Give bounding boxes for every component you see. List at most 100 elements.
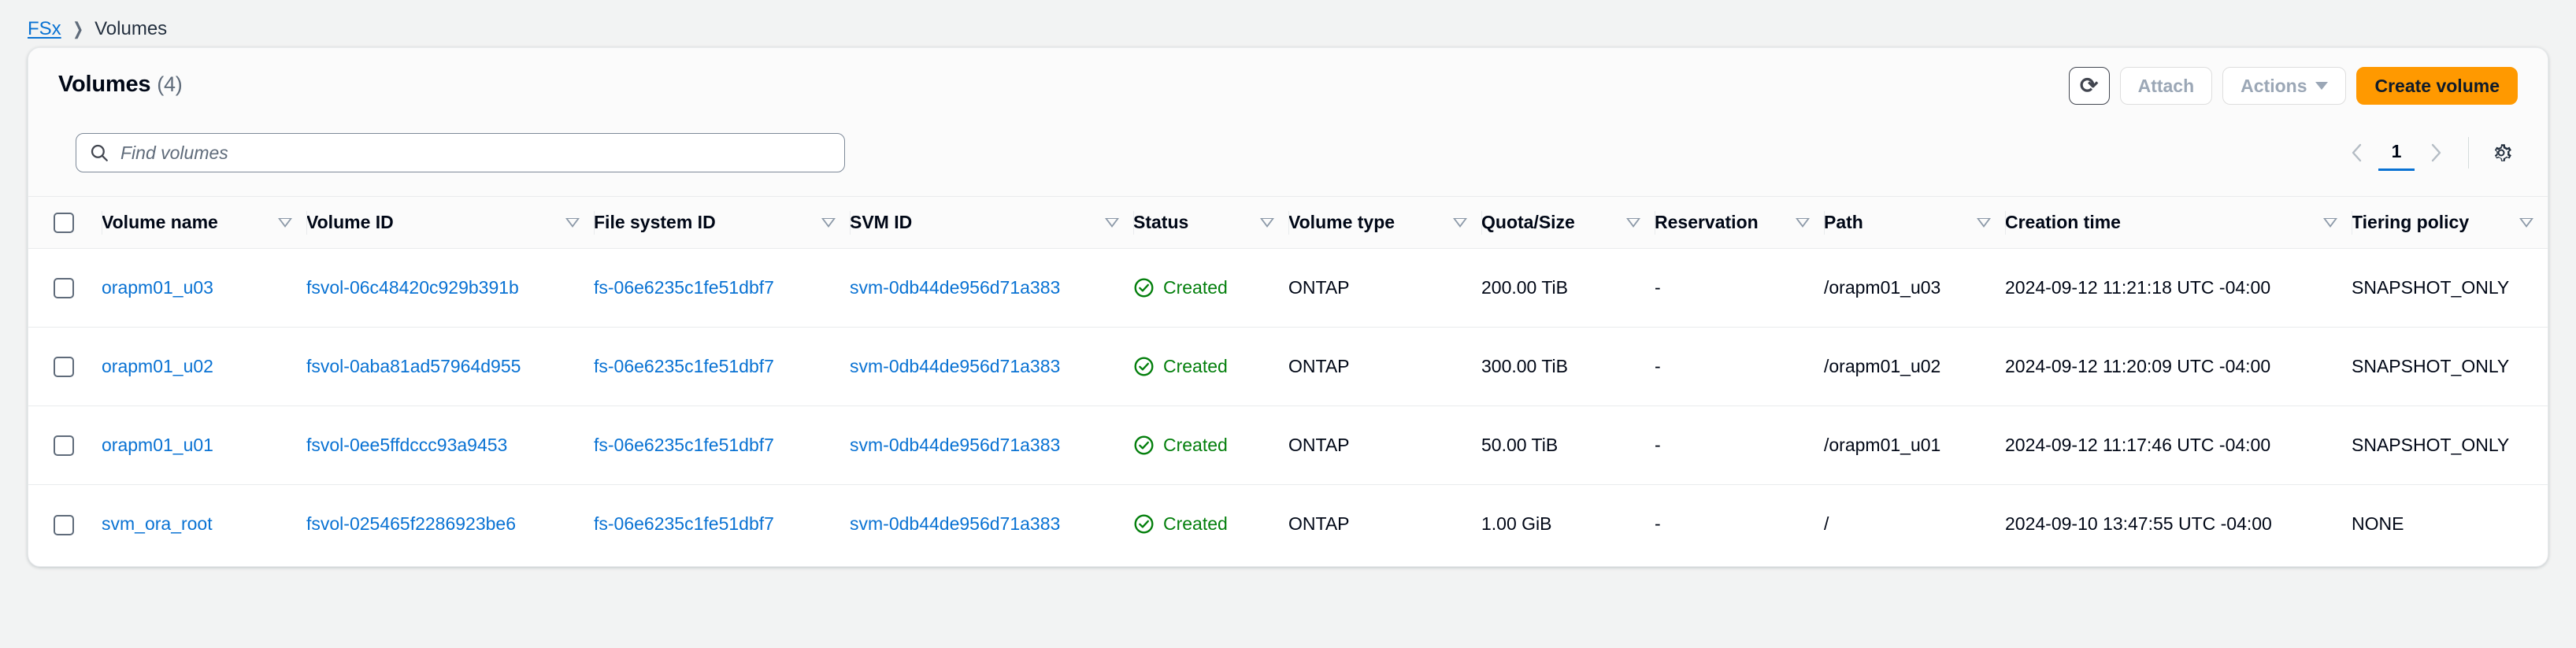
sort-caret-icon[interactable] bbox=[1626, 218, 1640, 228]
column-label: Volume type bbox=[1288, 212, 1395, 233]
column-header-path[interactable]: Path bbox=[1824, 197, 2005, 249]
svm-id-link[interactable]: svm-0db44de956d71a383 bbox=[850, 277, 1060, 298]
file-system-id-link[interactable]: fs-06e6235c1fe51dbf7 bbox=[594, 513, 774, 534]
column-header-volume-id[interactable]: Volume ID bbox=[306, 197, 594, 249]
column-label: Status bbox=[1133, 212, 1188, 233]
breadcrumb-link-fsx[interactable]: FSx bbox=[28, 18, 61, 40]
page-title: Volumes (4) bbox=[58, 72, 183, 98]
cell-status: Created bbox=[1133, 249, 1288, 328]
cell-path: /orapm01_u03 bbox=[1824, 249, 2005, 328]
select-all-header bbox=[28, 197, 102, 249]
create-volume-button[interactable]: Create volume bbox=[2356, 67, 2518, 105]
row-select-cell bbox=[28, 328, 102, 406]
volume-name-link[interactable]: svm_ora_root bbox=[102, 513, 213, 534]
status-badge: Created bbox=[1133, 513, 1274, 535]
status-badge: Created bbox=[1133, 435, 1274, 456]
actions-button[interactable]: Actions bbox=[2222, 67, 2346, 105]
cell-svm-id: svm-0db44de956d71a383 bbox=[850, 328, 1133, 406]
status-text: Created bbox=[1163, 277, 1228, 298]
select-all-checkbox[interactable] bbox=[54, 213, 74, 233]
panel-actions: ⟳ Attach Actions Create volume bbox=[2069, 67, 2518, 105]
svm-id-link[interactable]: svm-0db44de956d71a383 bbox=[850, 435, 1060, 455]
row-select-cell bbox=[28, 249, 102, 328]
table-header-row: Volume name Volume ID File system ID bbox=[28, 197, 2548, 249]
sort-caret-icon[interactable] bbox=[278, 218, 292, 228]
svm-id-link[interactable]: svm-0db44de956d71a383 bbox=[850, 356, 1060, 376]
chevron-right-icon bbox=[2427, 141, 2444, 165]
cell-volume-type: ONTAP bbox=[1288, 328, 1481, 406]
column-header-reservation[interactable]: Reservation bbox=[1655, 197, 1824, 249]
volume-name-link[interactable]: orapm01_u01 bbox=[102, 435, 213, 455]
table-preferences-button[interactable] bbox=[2483, 135, 2519, 171]
cell-reservation: - bbox=[1655, 406, 1824, 485]
sort-caret-icon[interactable] bbox=[1453, 218, 1467, 228]
column-header-svm-id[interactable]: SVM ID bbox=[850, 197, 1133, 249]
column-header-quota-size[interactable]: Quota/Size bbox=[1481, 197, 1655, 249]
table-row: orapm01_u02 fsvol-0aba81ad57964d955 fs-0… bbox=[28, 328, 2548, 406]
row-checkbox[interactable] bbox=[54, 515, 74, 535]
cell-volume-name: orapm01_u01 bbox=[102, 406, 306, 485]
column-header-status[interactable]: Status bbox=[1133, 197, 1288, 249]
sort-caret-icon[interactable] bbox=[2519, 218, 2533, 228]
row-checkbox[interactable] bbox=[54, 435, 74, 456]
cell-reservation: - bbox=[1655, 249, 1824, 328]
volume-id-link[interactable]: fsvol-0aba81ad57964d955 bbox=[306, 356, 521, 376]
refresh-button[interactable]: ⟳ bbox=[2069, 67, 2110, 105]
pagination-prev-button[interactable] bbox=[2339, 135, 2375, 171]
volume-name-link[interactable]: orapm01_u02 bbox=[102, 356, 213, 376]
row-select-cell bbox=[28, 406, 102, 485]
status-text: Created bbox=[1163, 513, 1228, 535]
actions-button-label: Actions bbox=[2241, 76, 2307, 97]
column-header-creation-time[interactable]: Creation time bbox=[2005, 197, 2352, 249]
gear-icon bbox=[2489, 141, 2513, 165]
check-circle-icon bbox=[1133, 277, 1155, 298]
pagination-next-button[interactable] bbox=[2418, 135, 2454, 171]
column-header-volume-name[interactable]: Volume name bbox=[102, 197, 306, 249]
volume-id-link[interactable]: fsvol-06c48420c929b391b bbox=[306, 277, 519, 298]
row-checkbox[interactable] bbox=[54, 357, 74, 377]
table-row: svm_ora_root fsvol-025465f2286923be6 fs-… bbox=[28, 485, 2548, 564]
pagination-page-1[interactable]: 1 bbox=[2378, 135, 2415, 171]
cell-path: / bbox=[1824, 485, 2005, 564]
search-container[interactable] bbox=[76, 133, 845, 172]
cell-quota-size: 200.00 TiB bbox=[1481, 249, 1655, 328]
sort-caret-icon[interactable] bbox=[2323, 218, 2337, 228]
check-circle-icon bbox=[1133, 513, 1155, 535]
sort-caret-icon[interactable] bbox=[1260, 218, 1274, 228]
sort-caret-icon[interactable] bbox=[821, 218, 836, 228]
file-system-id-link[interactable]: fs-06e6235c1fe51dbf7 bbox=[594, 356, 774, 376]
row-checkbox[interactable] bbox=[54, 278, 74, 298]
search-input[interactable] bbox=[120, 143, 832, 164]
file-system-id-link[interactable]: fs-06e6235c1fe51dbf7 bbox=[594, 435, 774, 455]
file-system-id-link[interactable]: fs-06e6235c1fe51dbf7 bbox=[594, 277, 774, 298]
sort-caret-icon[interactable] bbox=[1977, 218, 1991, 228]
cell-file-system-id: fs-06e6235c1fe51dbf7 bbox=[594, 249, 850, 328]
cell-status: Created bbox=[1133, 485, 1288, 564]
cell-tiering-policy: NONE bbox=[2352, 485, 2548, 564]
create-volume-label: Create volume bbox=[2374, 76, 2500, 97]
sort-caret-icon[interactable] bbox=[1796, 218, 1810, 228]
column-label: Quota/Size bbox=[1481, 212, 1575, 233]
cell-tiering-policy: SNAPSHOT_ONLY bbox=[2352, 328, 2548, 406]
pagination-divider bbox=[2468, 137, 2469, 168]
column-label: Path bbox=[1824, 212, 1863, 233]
sort-caret-icon[interactable] bbox=[1105, 218, 1119, 228]
cell-svm-id: svm-0db44de956d71a383 bbox=[850, 249, 1133, 328]
filter-bar: 1 bbox=[28, 124, 2548, 196]
column-header-file-system-id[interactable]: File system ID bbox=[594, 197, 850, 249]
cell-tiering-policy: SNAPSHOT_ONLY bbox=[2352, 249, 2548, 328]
cell-quota-size: 300.00 TiB bbox=[1481, 328, 1655, 406]
sort-caret-icon[interactable] bbox=[565, 218, 580, 228]
table-row: orapm01_u03 fsvol-06c48420c929b391b fs-0… bbox=[28, 249, 2548, 328]
column-header-volume-type[interactable]: Volume type bbox=[1288, 197, 1481, 249]
volume-id-link[interactable]: fsvol-025465f2286923be6 bbox=[306, 513, 516, 534]
column-header-tiering-policy[interactable]: Tiering policy bbox=[2352, 197, 2548, 249]
volume-name-link[interactable]: orapm01_u03 bbox=[102, 277, 213, 298]
cell-volume-id: fsvol-0ee5ffdccc93a9453 bbox=[306, 406, 594, 485]
cell-volume-name: svm_ora_root bbox=[102, 485, 306, 564]
attach-button[interactable]: Attach bbox=[2120, 67, 2213, 105]
cell-creation-time: 2024-09-12 11:21:18 UTC -04:00 bbox=[2005, 249, 2352, 328]
svm-id-link[interactable]: svm-0db44de956d71a383 bbox=[850, 513, 1060, 534]
cell-volume-id: fsvol-06c48420c929b391b bbox=[306, 249, 594, 328]
volume-id-link[interactable]: fsvol-0ee5ffdccc93a9453 bbox=[306, 435, 507, 455]
